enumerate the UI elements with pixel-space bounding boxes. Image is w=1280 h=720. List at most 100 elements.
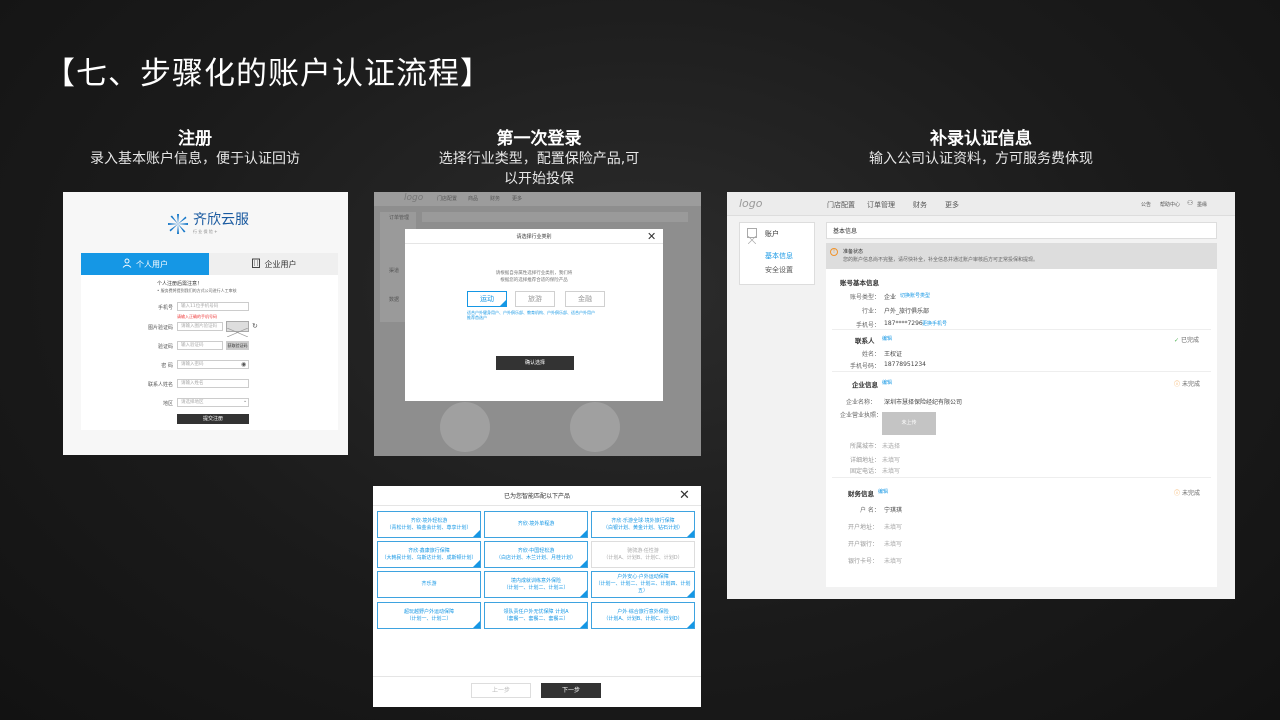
nav-item[interactable]: 门店配置 <box>437 196 457 203</box>
eye-icon[interactable]: ◉ <box>241 361 246 368</box>
tab-company-user[interactable]: 企业用户 <box>209 253 338 275</box>
product-plans: （计划一、计划二） <box>406 615 452 622</box>
section-header: 基本信息 <box>826 222 1217 239</box>
product-option[interactable]: 齐欣·鑫康旅行保障 （大韩民计划、乌斯达计划、成斯顿计划） <box>377 541 481 568</box>
nav-item[interactable]: 更多 <box>945 200 959 210</box>
switch-account-type-link[interactable]: 切换账号类型 <box>900 293 930 300</box>
next-step-button[interactable]: 下一步 <box>541 683 601 698</box>
option-finance[interactable]: 金融 <box>565 291 605 307</box>
product-option[interactable]: 齐欣·乐游全球·境外旅行保障 （白银计划、黄金计划、钻石计划） <box>591 511 695 538</box>
tab-personal-user[interactable]: 个人用户 <box>81 253 209 275</box>
user-menu[interactable]: 墨缘 <box>1197 202 1207 209</box>
edit-finance-link[interactable]: 编辑 <box>878 489 888 496</box>
city-label: 所属城市： <box>850 443 881 450</box>
product-option[interactable]: 领队责任户外无忧保障 计划A （套餐一、套餐二、套餐三） <box>484 602 588 629</box>
product-option[interactable]: 户外·综合旅行意外保险 （计划A、计划B、计划C、计划D） <box>591 602 695 629</box>
account-type-value: 企业 <box>884 294 897 301</box>
finance-section-title: 财务信息 <box>848 490 874 498</box>
account-type-label: 账号类型： <box>850 294 881 301</box>
product-plans: （套餐一、套餐二、套餐三） <box>503 615 569 622</box>
prev-step-button[interactable]: 上一步 <box>471 683 531 698</box>
help-link[interactable]: 帮助中心 <box>1160 202 1180 209</box>
product-option[interactable]: 齐欣·境外单程游 <box>484 511 588 538</box>
password-input[interactable]: 请输入密码 <box>177 360 249 369</box>
edit-company-link[interactable]: 编辑 <box>882 380 892 387</box>
bank-name-label: 开户银行： <box>848 541 879 548</box>
dialog-desc: 请根据自身属性选择行业类别，我们将 <box>495 271 573 276</box>
product-name: 驰骋游·任性游 <box>627 547 659 554</box>
product-plans: （白店计划、木兰计划、月桂计划） <box>495 554 576 561</box>
nav-item[interactable]: 商品 <box>468 196 478 203</box>
divider <box>832 477 1211 478</box>
step-subtitle: 录入基本账户信息，便于认证回访 <box>90 151 300 167</box>
industry-select-dialog: 请选择行业类别 ✕ 请根据自身属性选择行业类别，我们将 根据您的选择推荐合适的保… <box>405 229 663 401</box>
submit-register-button[interactable]: 提交注册 <box>177 414 249 424</box>
captcha-input[interactable]: 请输入图片验证码 <box>177 322 223 331</box>
step-title: 注册 <box>178 129 212 149</box>
product-option[interactable]: 齐欣·境外轻松游 （青松计划、铂金会计划、尊享计划） <box>377 511 481 538</box>
status-alert: ! 准备状态 您的账户信息尚不完整，请尽快补全，补全信息并通过账户审核后方可正常… <box>826 243 1217 269</box>
sms-code-input[interactable]: 输入验证码 <box>177 341 223 350</box>
product-name: 齐欣·乐游全球·境外旅行保障 <box>611 517 675 524</box>
region-select[interactable]: 请选择地区 <box>177 398 249 407</box>
product-option[interactable]: 齐欣·中国轻松游 （白店计划、木兰计划、月桂计划） <box>484 541 588 568</box>
option-travel[interactable]: 旅游 <box>515 291 555 307</box>
contact-name-value: 王权证 <box>884 351 903 358</box>
bank-address-label: 开户地址： <box>848 524 879 531</box>
phone-label: 手机号 <box>157 305 173 311</box>
nav-item[interactable]: 财务 <box>913 200 927 210</box>
selected-corner-icon <box>500 300 506 306</box>
bank-name-value: 未填写 <box>884 541 903 548</box>
phone-input[interactable]: 输入11位手机号码 <box>177 302 249 311</box>
finance-status-undone: ⓘ 未完成 <box>1174 490 1200 497</box>
get-sms-code-button[interactable]: 获取验证码 <box>226 341 249 350</box>
close-icon[interactable]: ✕ <box>679 488 690 503</box>
product-option[interactable]: 境内成就训练意外保险 （计划一、计划二、计划三） <box>484 571 588 598</box>
selected-corner-icon <box>580 621 587 628</box>
alert-text: 您的账户信息尚不完整，请尽快补全，补全信息并通过账户审核后方可正常投保和提现。 <box>843 257 1039 263</box>
nav-item[interactable]: 更多 <box>512 196 522 203</box>
license-upload-box[interactable]: 未上传 <box>882 412 936 435</box>
selected-corner-icon <box>473 560 480 567</box>
product-plans: （计划一、计划二、计划三） <box>503 584 569 591</box>
step-subtitle: 以开始投保 <box>504 171 574 187</box>
refresh-icon[interactable]: ↻ <box>252 322 258 330</box>
product-name: 齐欣·境外单程游 <box>517 521 555 527</box>
product-match-screenshot: 已为您智能匹配以下产品 ✕ 齐欣·境外轻松游 （青松计划、铂金会计划、尊享计划）齐… <box>373 486 701 707</box>
edit-contact-link[interactable]: 编辑 <box>882 336 892 343</box>
nav-item[interactable]: 门店配置 <box>827 200 855 210</box>
sidebar: 账户 基本信息 安全设置 <box>739 222 815 285</box>
sidebar-item[interactable]: 数据 <box>389 297 399 304</box>
sidebar-item-basic-info[interactable]: 基本信息 <box>765 251 793 261</box>
products-title: 已为您智能匹配以下产品 <box>503 493 570 500</box>
nav-item[interactable]: 财务 <box>490 196 500 203</box>
section-title: 基本信息 <box>833 228 858 235</box>
option-hint: 推荐首选户 <box>467 315 487 320</box>
step-title: 补录认证信息 <box>930 129 1032 149</box>
close-icon[interactable]: ✕ <box>647 230 656 243</box>
selected-corner-icon <box>687 590 694 597</box>
mobile-label: 手机号： <box>856 322 881 329</box>
nav-item[interactable]: 订单管理 <box>867 200 895 210</box>
product-option[interactable]: 驰骋游·任性游 （计划A、计划B、计划C、计划D） <box>591 541 695 568</box>
confirm-select-button[interactable]: 确认选择 <box>496 356 574 370</box>
product-plans: （计划A、计划B、计划C、计划D） <box>603 554 683 561</box>
sidebar-item[interactable]: 渠道 <box>389 268 399 275</box>
captcha-image[interactable] <box>226 321 249 338</box>
sidebar-item[interactable]: 订单管理 <box>389 215 409 222</box>
notice-link[interactable]: 公告 <box>1141 202 1151 209</box>
chevron-down-icon: ⌄ <box>243 398 248 404</box>
product-option[interactable]: 户外安心·户外运动保障 （计划一、计划二、计划三、计划四、计划五） <box>591 571 695 598</box>
sidebar-item-security[interactable]: 安全设置 <box>765 265 793 275</box>
brand-logo: 齐欣云服 行 业 保 险 + <box>167 213 249 235</box>
product-option[interactable]: 齐乐游 <box>377 571 481 598</box>
contact-name-input[interactable]: 请输入姓名 <box>177 379 249 388</box>
selected-corner-icon <box>580 590 587 597</box>
dialog-title: 请选择行业类别 <box>516 234 552 240</box>
change-mobile-link[interactable]: 更换手机号 <box>922 321 947 328</box>
product-option[interactable]: 超玩越野户外运动保障 （计划一、计划二） <box>377 602 481 629</box>
supplement-info-screenshot: logo 门店配置 订单管理 财务 更多 公告 帮助中心 ⚇ 墨缘 账户 基本信… <box>727 192 1235 599</box>
step-title: 第一次登录 <box>496 129 582 149</box>
option-sport[interactable]: 运动 <box>467 291 507 307</box>
selected-corner-icon <box>473 530 480 537</box>
